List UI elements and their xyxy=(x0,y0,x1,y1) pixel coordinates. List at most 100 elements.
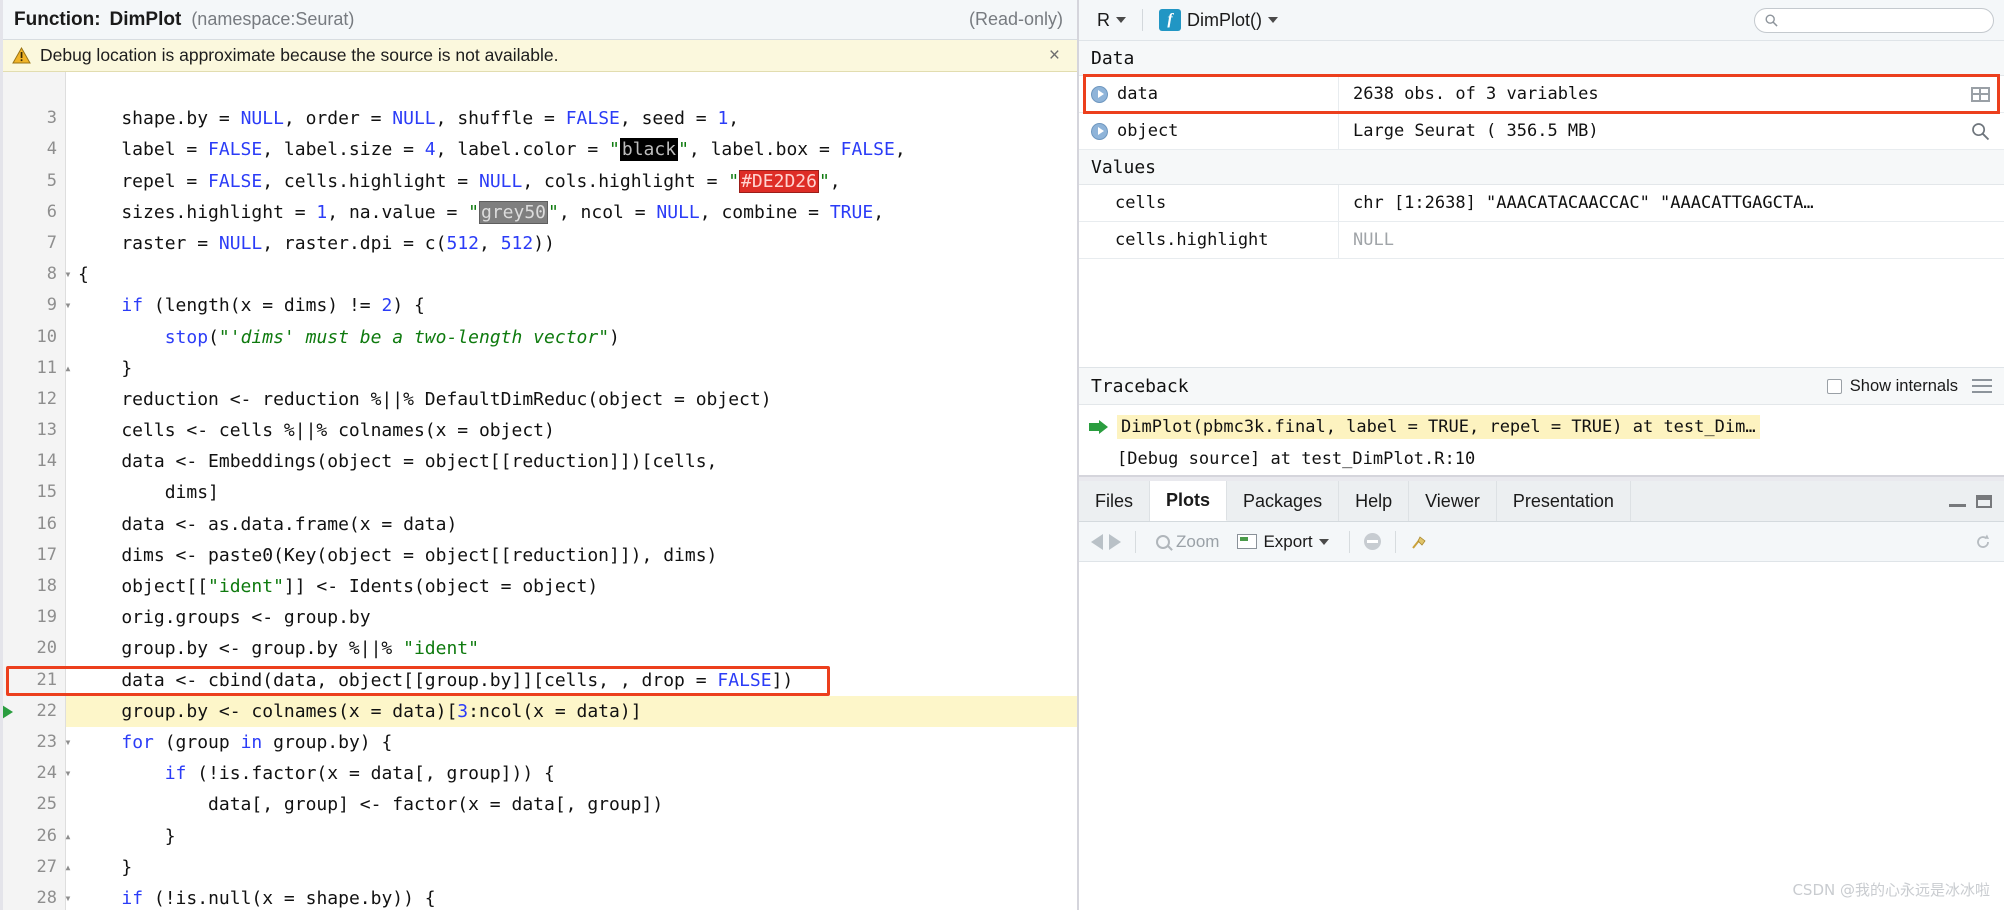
variable-name-cell: object xyxy=(1079,113,1339,149)
code-line[interactable]: data <- cbind(data, object[[group.by]][c… xyxy=(66,665,1077,696)
line-number: 8 ▾ xyxy=(0,259,72,290)
plot-canvas: CSDN @我的心永远是冰冰啦 xyxy=(1079,562,2004,910)
tab-files[interactable]: Files xyxy=(1079,481,1151,521)
environment-search-input[interactable] xyxy=(1754,7,1994,33)
code-token: 4 xyxy=(424,139,436,161)
code-line[interactable]: if (!is.factor(x = data[, group])) { xyxy=(66,758,1077,789)
code-token: ( xyxy=(208,326,219,348)
window-controls xyxy=(1949,481,2004,521)
code-token: if xyxy=(164,763,187,785)
clear-plot-icon[interactable] xyxy=(1363,533,1381,550)
code-line[interactable]: if (length(x = dims) != 2) { xyxy=(66,290,1077,321)
code-token: , xyxy=(894,139,906,161)
code-line[interactable]: dims] xyxy=(66,477,1077,508)
traceback-entry[interactable]: DimPlot(pbmc3k.final, label = TRUE, repe… xyxy=(1079,411,2004,443)
code-line[interactable]: repel = FALSE, cells.highlight = NULL, c… xyxy=(66,166,1077,197)
code-token: " xyxy=(548,201,559,223)
code-token: " xyxy=(468,201,479,223)
code-line[interactable]: { xyxy=(66,259,1077,290)
expand-toggle-icon[interactable] xyxy=(1091,85,1108,103)
export-button[interactable]: Export xyxy=(1231,532,1334,552)
scope-selector[interactable]: f DimPlot() xyxy=(1151,9,1286,31)
code-editor[interactable]: 3 4 5 6 7 8 ▾ 9 ▾ 10 11 ▴ 12 13 14 15 16 17 18 19 20 21 22 23 ▾ 2… xyxy=(0,72,1077,910)
code-line[interactable]: raster = NULL, raster.dpi = c(512, 512)) xyxy=(66,228,1077,259)
line-number: 12 xyxy=(36,388,57,409)
code-token: "ident" xyxy=(208,576,284,597)
code-line[interactable] xyxy=(66,72,1077,103)
code-line[interactable]: label = FALSE, label.size = 4, label.col… xyxy=(66,134,1077,165)
code-line[interactable]: sizes.highlight = 1, na.value = " grey50 "… xyxy=(66,197,1077,228)
traceback-list[interactable]: DimPlot(pbmc3k.final, label = TRUE, repe… xyxy=(1079,405,2004,475)
code-token: } xyxy=(78,856,133,878)
line-number: 22 xyxy=(0,696,65,727)
export-icon xyxy=(1237,534,1258,549)
plots-tabbar[interactable]: Files Plots Packages Help Viewer Presentation xyxy=(1079,481,2004,522)
rstudio-window: Function: DimPlot (namespace:Seurat) (Re… xyxy=(0,0,2004,910)
code-line[interactable]: data <- as.data.frame(x = data) xyxy=(66,509,1077,540)
code-line[interactable]: reduction <- reduction %||% DefaultDimRe… xyxy=(66,384,1077,415)
broom-icon[interactable] xyxy=(1410,533,1428,551)
code-line[interactable]: } xyxy=(66,852,1077,883)
traceback-menu-icon[interactable] xyxy=(1972,379,1992,393)
code-token: " xyxy=(678,139,689,161)
code-token: { xyxy=(78,264,89,286)
view-dataframe-icon[interactable] xyxy=(1971,86,1990,102)
code-line[interactable]: orig.groups <- group.by xyxy=(66,602,1077,633)
code-token: (group xyxy=(153,731,241,753)
chevron-down-icon xyxy=(1318,538,1329,545)
tab-presentation[interactable]: Presentation xyxy=(1497,481,1631,521)
code-line[interactable]: } xyxy=(66,353,1077,384)
code-token: group.by <- group.by %||% xyxy=(78,638,404,660)
code-line[interactable]: group.by <- colnames(x = data)[3:ncol(x … xyxy=(66,695,1077,727)
refresh-icon[interactable] xyxy=(1974,533,1992,551)
code-line[interactable]: for (group in group.by) { xyxy=(66,727,1077,758)
tab-packages[interactable]: Packages xyxy=(1227,481,1340,521)
code-area[interactable]: shape.by = NULL, order = NULL, shuffle =… xyxy=(66,72,1077,910)
scope-label: DimPlot() xyxy=(1187,9,1262,30)
code-line[interactable]: group.by <- group.by %||% "ident" xyxy=(66,633,1077,664)
back-arrow-icon[interactable] xyxy=(1091,533,1103,550)
code-token: , xyxy=(829,170,841,192)
code-line[interactable]: shape.by = NULL, order = NULL, shuffle =… xyxy=(66,103,1077,134)
inspect-object-icon[interactable] xyxy=(1971,122,1990,141)
close-icon[interactable]: × xyxy=(1044,46,1065,65)
environment-row[interactable]: cells.highlight NULL xyxy=(1079,222,2004,259)
code-line[interactable]: } xyxy=(66,821,1077,852)
plots-pane: Files Plots Packages Help Viewer Presentation… xyxy=(1079,481,2004,910)
traceback-entry[interactable]: [Debug source] at test_DimPlot.R:10 xyxy=(1079,443,2004,475)
code-line[interactable]: dims <- paste0(Key(object = object[[redu… xyxy=(66,540,1077,571)
expand-toggle-icon[interactable] xyxy=(1091,122,1108,140)
environment-row[interactable]: object Large Seurat ( 356.5 MB) xyxy=(1079,113,2004,150)
plots-toolbar: Zoom Export xyxy=(1079,522,2004,562)
zoom-button[interactable]: Zoom xyxy=(1150,532,1225,552)
code-token: if xyxy=(121,295,144,317)
code-line[interactable]: object[["ident"]] <- Idents(object = obj… xyxy=(66,571,1077,602)
environment-row[interactable]: cells chr [1:2638] "AAACATACAACCAC" "AAAC… xyxy=(1079,185,2004,222)
show-internals-toggle[interactable]: Show internals xyxy=(1826,377,1958,396)
minimize-icon[interactable] xyxy=(1949,495,1966,507)
code-token: raster = xyxy=(78,232,219,254)
show-internals-checkbox[interactable] xyxy=(1826,378,1842,394)
code-token: "ident" xyxy=(403,638,479,660)
code-line[interactable]: data <- Embeddings(object = object[[redu… xyxy=(66,446,1077,477)
code-token: , xyxy=(728,108,740,130)
environment-row[interactable]: data 2638 obs. of 3 variables xyxy=(1079,76,2004,113)
environment-list[interactable]: Data data 2638 obs. of 3 variables object La… xyxy=(1079,41,2004,367)
code-line[interactable]: cells <- cells %||% colnames(x = object) xyxy=(66,415,1077,446)
code-line[interactable]: if (!is.null(x = shape.by)) { xyxy=(66,883,1077,910)
code-line[interactable]: data[, group] <- factor(x = data[, group… xyxy=(66,789,1077,820)
code-token: , label.box = xyxy=(688,139,841,161)
code-token: sizes.highlight = xyxy=(78,201,317,223)
tab-help[interactable]: Help xyxy=(1339,481,1410,521)
code-token: , order = xyxy=(283,108,393,130)
forward-arrow-icon[interactable] xyxy=(1109,533,1121,550)
code-token: NULL xyxy=(240,108,284,130)
code-line[interactable]: stop("'dims' must be a two-length vector… xyxy=(66,322,1077,353)
language-selector[interactable]: R xyxy=(1089,10,1134,31)
tab-viewer[interactable]: Viewer xyxy=(1409,481,1497,521)
tab-plots[interactable]: Plots xyxy=(1150,481,1228,521)
environment-section-header: Values xyxy=(1079,150,2004,185)
code-token: NULL xyxy=(392,108,436,130)
maximize-icon[interactable] xyxy=(1976,494,1992,508)
